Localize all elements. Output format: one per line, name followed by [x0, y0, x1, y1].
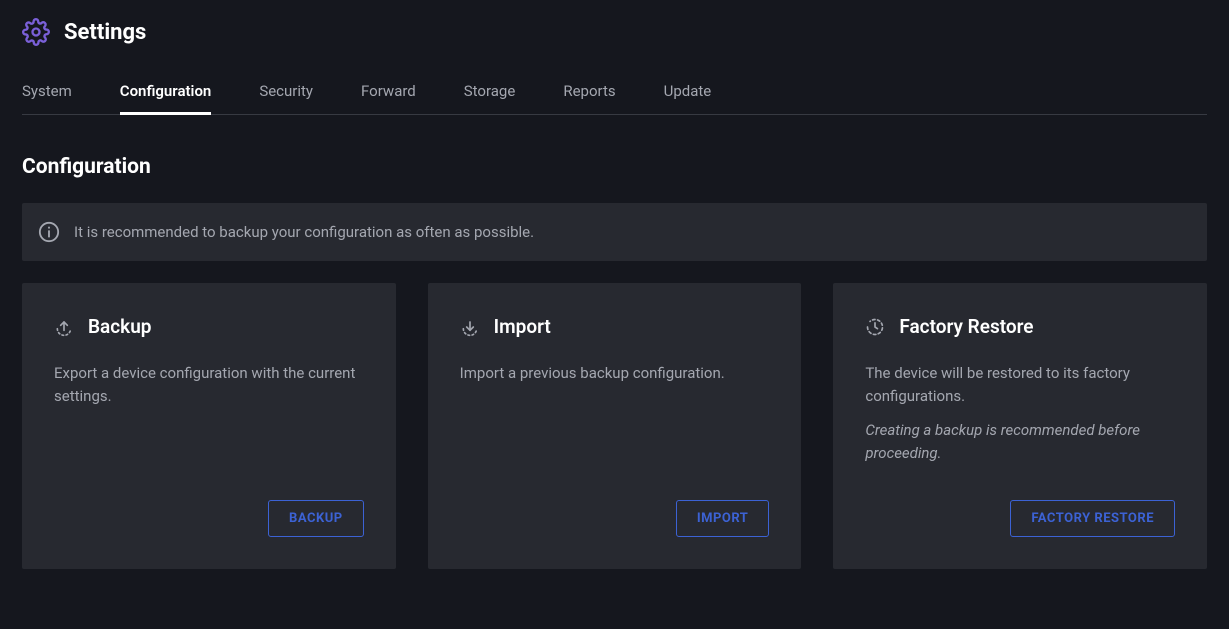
card-restore-title: Factory Restore [899, 315, 1033, 338]
download-icon [460, 317, 480, 337]
tab-security[interactable]: Security [259, 82, 313, 114]
cards-row: Backup Export a device configuration wit… [22, 283, 1207, 569]
card-restore: Factory Restore The device will be resto… [833, 283, 1207, 569]
info-banner: It is recommended to backup your configu… [22, 203, 1207, 261]
page-header: Settings [22, 18, 1207, 46]
backup-button[interactable]: BACKUP [268, 500, 364, 537]
gear-icon [22, 18, 50, 46]
tabs: System Configuration Security Forward St… [22, 82, 1207, 115]
section-title: Configuration [22, 155, 1207, 179]
card-backup: Backup Export a device configuration wit… [22, 283, 396, 569]
card-import-title: Import [494, 315, 551, 338]
card-backup-desc: Export a device configuration with the c… [54, 362, 364, 409]
tab-configuration[interactable]: Configuration [120, 82, 212, 114]
restore-icon [865, 317, 885, 337]
card-restore-desc: The device will be restored to its facto… [865, 362, 1175, 409]
tab-storage[interactable]: Storage [464, 82, 516, 114]
card-restore-note: Creating a backup is recommended before … [865, 419, 1175, 466]
page-title: Settings [64, 20, 146, 45]
info-icon [38, 221, 60, 243]
factory-restore-button[interactable]: FACTORY RESTORE [1010, 500, 1175, 537]
tab-update[interactable]: Update [664, 82, 712, 114]
banner-text: It is recommended to backup your configu… [74, 223, 534, 241]
tab-system[interactable]: System [22, 82, 72, 114]
tab-forward[interactable]: Forward [361, 82, 416, 114]
card-backup-title: Backup [88, 315, 152, 338]
import-button[interactable]: IMPORT [676, 500, 770, 537]
card-import-desc: Import a previous backup configuration. [460, 362, 770, 385]
card-import: Import Import a previous backup configur… [428, 283, 802, 569]
upload-icon [54, 317, 74, 337]
tab-reports[interactable]: Reports [563, 82, 615, 114]
